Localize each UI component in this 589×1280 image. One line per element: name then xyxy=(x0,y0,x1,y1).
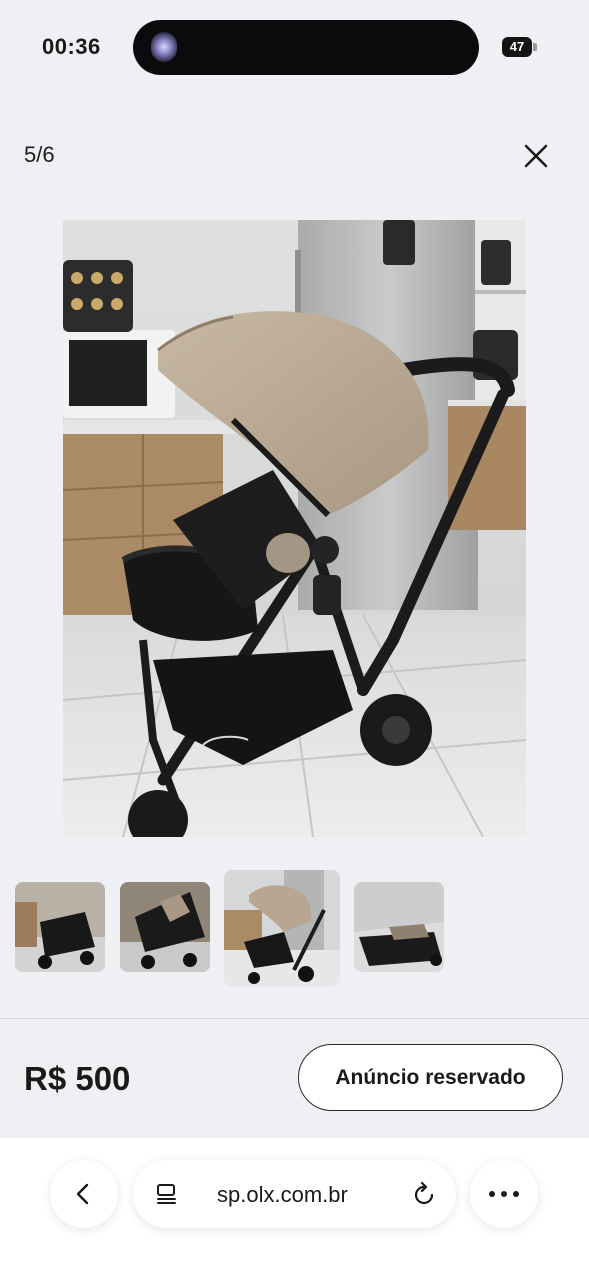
url-text: sp.olx.com.br xyxy=(217,1182,348,1207)
battery-cap xyxy=(533,43,537,51)
address-bar[interactable]: sp.olx.com.br xyxy=(133,1160,456,1228)
flashlight-indicator-icon xyxy=(151,32,177,62)
stroller-photo-1-icon xyxy=(15,882,105,972)
main-photo[interactable] xyxy=(63,220,526,837)
battery-icon: 47 xyxy=(502,37,532,57)
photo-counter: 5/6 xyxy=(24,142,55,167)
stroller-photo-4-icon xyxy=(354,882,444,972)
thumbnail-1[interactable] xyxy=(15,882,105,972)
stroller-photo-3-icon xyxy=(224,870,340,986)
status-bar: 00:36 47 xyxy=(0,0,589,96)
browser-toolbar: sp.olx.com.br xyxy=(0,1138,589,1280)
close-icon xyxy=(524,144,548,168)
price-label: R$ 500 xyxy=(24,1060,131,1097)
stroller-photo-2-icon xyxy=(120,882,210,972)
more-dots-icon xyxy=(489,1191,519,1197)
tab-settings-icon[interactable] xyxy=(155,1182,179,1206)
status-time: 00:36 xyxy=(42,34,101,59)
listing-footer: R$ 500 Anúncio reservado xyxy=(0,1018,589,1139)
thumbnail-strip xyxy=(0,870,589,986)
reload-icon[interactable] xyxy=(411,1182,437,1208)
back-button[interactable] xyxy=(50,1160,118,1228)
more-options-button[interactable] xyxy=(470,1160,538,1228)
chevron-left-icon xyxy=(76,1183,89,1205)
thumbnail-4[interactable] xyxy=(354,882,444,972)
dynamic-island xyxy=(133,20,479,75)
thumbnail-3-selected[interactable] xyxy=(224,870,340,986)
thumbnail-2[interactable] xyxy=(120,882,210,972)
stroller-photo xyxy=(63,220,526,837)
reserved-listing-button[interactable]: Anúncio reservado xyxy=(298,1044,563,1111)
close-button[interactable] xyxy=(516,136,556,176)
